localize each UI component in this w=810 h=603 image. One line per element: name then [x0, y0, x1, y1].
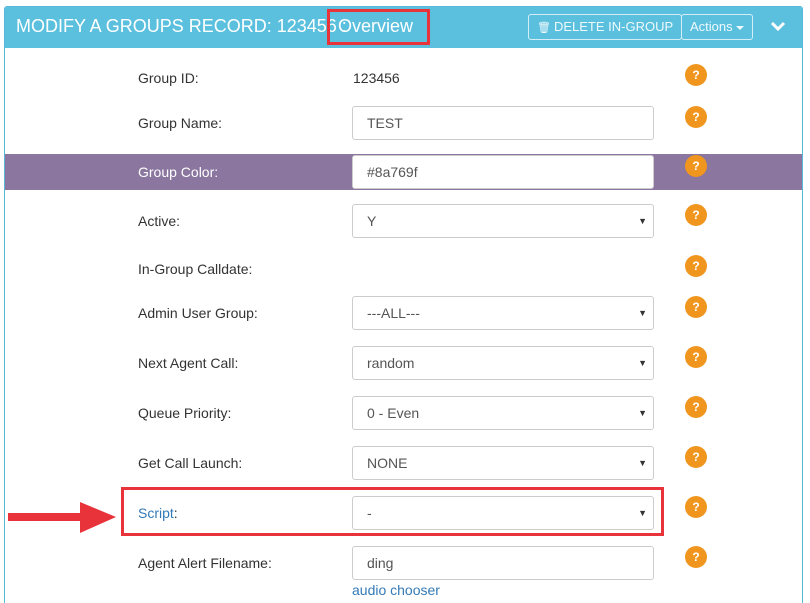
help-icon[interactable]: ?: [685, 296, 707, 318]
red-arrow-icon: [8, 502, 116, 533]
row-active: Active: Y ▼ ?: [5, 203, 802, 239]
row-group-name: Group Name: TEST ?: [5, 105, 802, 141]
page-title: MODIFY A GROUPS RECORD: 123456 : Overvie…: [16, 16, 413, 37]
row-queue-priority: Queue Priority: 0 - Even ▼ ?: [5, 395, 802, 431]
select-arrow-icon: ▼: [638, 216, 647, 226]
active-value: Y: [367, 213, 377, 229]
admin-user-group-label: Admin User Group:: [138, 305, 258, 321]
group-color-input[interactable]: #8a769f: [352, 155, 654, 189]
audio-chooser-link[interactable]: audio chooser: [352, 582, 440, 598]
row-group-id: Group ID: 123456 ?: [5, 60, 802, 96]
delete-label: DELETE IN-GROUP: [553, 19, 674, 34]
help-icon[interactable]: ?: [685, 496, 707, 518]
help-icon[interactable]: ?: [685, 255, 707, 277]
overview-highlight-box: [327, 9, 430, 45]
next-agent-call-value: random: [367, 355, 415, 371]
queue-priority-value: 0 - Even: [367, 405, 420, 421]
group-name-label: Group Name:: [138, 115, 223, 131]
select-arrow-icon: ▼: [638, 358, 647, 368]
help-icon[interactable]: ?: [685, 204, 707, 226]
row-next-agent-call: Next Agent Call: random ▼ ?: [5, 345, 802, 381]
row-agent-alert: Agent Alert Filename: ding audio chooser…: [5, 545, 802, 603]
trash-icon: 🗑: [537, 22, 551, 34]
agent-alert-input[interactable]: ding: [352, 546, 654, 580]
delete-in-group-button[interactable]: 🗑 DELETE IN-GROUP: [528, 14, 683, 40]
help-icon[interactable]: ?: [685, 446, 707, 468]
actions-label: Actions: [690, 19, 733, 34]
get-call-launch-label: Get Call Launch:: [138, 455, 243, 471]
help-icon[interactable]: ?: [685, 155, 707, 177]
next-agent-call-select[interactable]: random ▼: [352, 346, 654, 380]
queue-priority-select[interactable]: 0 - Even ▼: [352, 396, 654, 430]
actions-dropdown-button[interactable]: Actions: [681, 14, 753, 40]
title-text: MODIFY A GROUPS RECORD: 123456: [16, 16, 337, 36]
help-icon[interactable]: ?: [685, 346, 707, 368]
queue-priority-label: Queue Priority:: [138, 405, 232, 421]
admin-user-group-select[interactable]: ---ALL--- ▼: [352, 296, 654, 330]
help-icon[interactable]: ?: [685, 396, 707, 418]
row-calldate: In-Group Calldate: ?: [5, 255, 802, 285]
help-icon[interactable]: ?: [685, 106, 707, 128]
row-admin-user-group: Admin User Group: ---ALL--- ▼ ?: [5, 295, 802, 331]
get-call-launch-value: NONE: [367, 455, 408, 471]
select-arrow-icon: ▼: [638, 458, 647, 468]
chevron-down-icon[interactable]: [770, 16, 786, 36]
select-arrow-icon: ▼: [638, 408, 647, 418]
group-color-label: Group Color:: [138, 164, 219, 180]
help-icon[interactable]: ?: [685, 64, 707, 86]
agent-alert-label: Agent Alert Filename:: [138, 555, 272, 571]
group-name-input[interactable]: TEST: [352, 106, 654, 140]
active-select[interactable]: Y ▼: [352, 204, 654, 238]
group-id-label: Group ID:: [138, 70, 199, 86]
next-agent-call-label: Next Agent Call:: [138, 355, 239, 371]
get-call-launch-select[interactable]: NONE ▼: [352, 446, 654, 480]
help-icon[interactable]: ?: [685, 546, 707, 568]
caret-down-icon: [735, 25, 744, 30]
calldate-label: In-Group Calldate:: [138, 261, 253, 277]
row-get-call-launch: Get Call Launch: NONE ▼ ?: [5, 445, 802, 481]
group-id-value: 123456: [353, 70, 400, 86]
row-group-color: Group Color: #8a769f ?: [5, 154, 802, 190]
script-highlight-box: [121, 487, 664, 536]
active-label: Active:: [138, 213, 181, 229]
select-arrow-icon: ▼: [638, 308, 647, 318]
admin-user-group-value: ---ALL---: [367, 305, 420, 321]
